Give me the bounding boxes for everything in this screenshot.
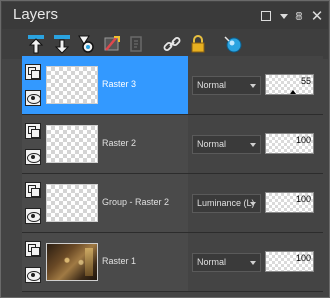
layer-controls: Normal 100 xyxy=(188,115,323,173)
raster-layer-icon[interactable] xyxy=(25,241,41,257)
visibility-eye-icon[interactable] xyxy=(25,149,41,165)
layer-name[interactable]: Raster 3 xyxy=(102,79,136,89)
new-vector-layer-icon[interactable] xyxy=(52,34,72,54)
opacity-value: 100 xyxy=(295,253,311,263)
opacity-slider-marker[interactable] xyxy=(290,90,296,94)
layer-style-icon[interactable] xyxy=(223,34,243,54)
blend-mode-dropdown[interactable]: Normal xyxy=(192,253,261,272)
close-icon[interactable]: ✕ xyxy=(310,7,324,25)
layer-thumbnail[interactable] xyxy=(46,125,98,163)
layer-row[interactable]: Group - Raster 2 Luminance (L) 100 xyxy=(22,174,323,233)
layer-list: Raster 3 Normal 55 Raster 2 Normal 100 G… xyxy=(22,56,323,292)
visibility-eye-icon[interactable] xyxy=(25,90,41,106)
layer-info[interactable]: Raster 2 xyxy=(22,115,188,173)
layer-thumbnail[interactable] xyxy=(46,184,98,222)
blend-mode-dropdown[interactable]: Luminance (L) xyxy=(192,194,261,213)
pin-icon[interactable]: 𝟠 xyxy=(293,8,305,24)
layer-thumbnail[interactable] xyxy=(46,66,98,104)
restore-icon[interactable] xyxy=(259,8,273,24)
opacity-value: 55 xyxy=(300,76,311,86)
layer-name[interactable]: Raster 1 xyxy=(102,256,136,266)
lock-icon[interactable] xyxy=(188,34,208,54)
layer-row[interactable]: Raster 3 Normal 55 xyxy=(22,56,323,115)
layers-toolbar xyxy=(2,29,328,59)
layer-row[interactable]: Raster 2 Normal 100 xyxy=(22,115,323,174)
visibility-eye-icon[interactable] xyxy=(25,208,41,224)
new-raster-layer-icon[interactable] xyxy=(26,34,46,54)
layer-controls: Normal 55 xyxy=(188,56,323,114)
new-mask-layer-icon[interactable] xyxy=(102,34,122,54)
opacity-field[interactable]: 100 xyxy=(265,192,314,213)
layer-controls: Luminance (L) 100 xyxy=(188,174,323,232)
new-adjustment-layer-icon[interactable] xyxy=(76,34,96,54)
blend-mode-dropdown[interactable]: Normal xyxy=(192,76,261,95)
opacity-value: 100 xyxy=(295,194,311,204)
layer-name[interactable]: Group - Raster 2 xyxy=(102,197,169,207)
layer-properties-icon[interactable] xyxy=(126,34,146,54)
link-icon[interactable] xyxy=(162,34,182,54)
opacity-field[interactable]: 100 xyxy=(265,251,314,272)
blend-mode-dropdown[interactable]: Normal xyxy=(192,135,261,154)
layer-info[interactable]: Raster 1 xyxy=(22,233,188,291)
visibility-eye-icon[interactable] xyxy=(25,267,41,283)
palette-title: Layers xyxy=(13,6,59,23)
raster-layer-icon[interactable] xyxy=(25,123,41,139)
raster-layer-icon[interactable] xyxy=(25,64,41,80)
raster-layer-icon[interactable] xyxy=(25,182,41,198)
layers-palette: Layers 𝟠 ✕ Raster 3 Normal 55 Raster 2 N… xyxy=(0,0,330,298)
layer-row[interactable]: Raster 1 Normal 100 xyxy=(22,233,323,292)
opacity-value: 100 xyxy=(295,135,311,145)
opacity-field[interactable]: 55 xyxy=(265,74,314,95)
layer-info[interactable]: Group - Raster 2 xyxy=(22,174,188,232)
opacity-field[interactable]: 100 xyxy=(265,133,314,154)
layer-thumbnail[interactable] xyxy=(46,243,98,281)
layer-info[interactable]: Raster 3 xyxy=(22,56,188,114)
palette-menu-icon[interactable] xyxy=(278,8,290,24)
layer-name[interactable]: Raster 2 xyxy=(102,138,136,148)
title-bar[interactable]: Layers 𝟠 ✕ xyxy=(2,2,328,29)
layer-controls: Normal 100 xyxy=(188,233,323,291)
